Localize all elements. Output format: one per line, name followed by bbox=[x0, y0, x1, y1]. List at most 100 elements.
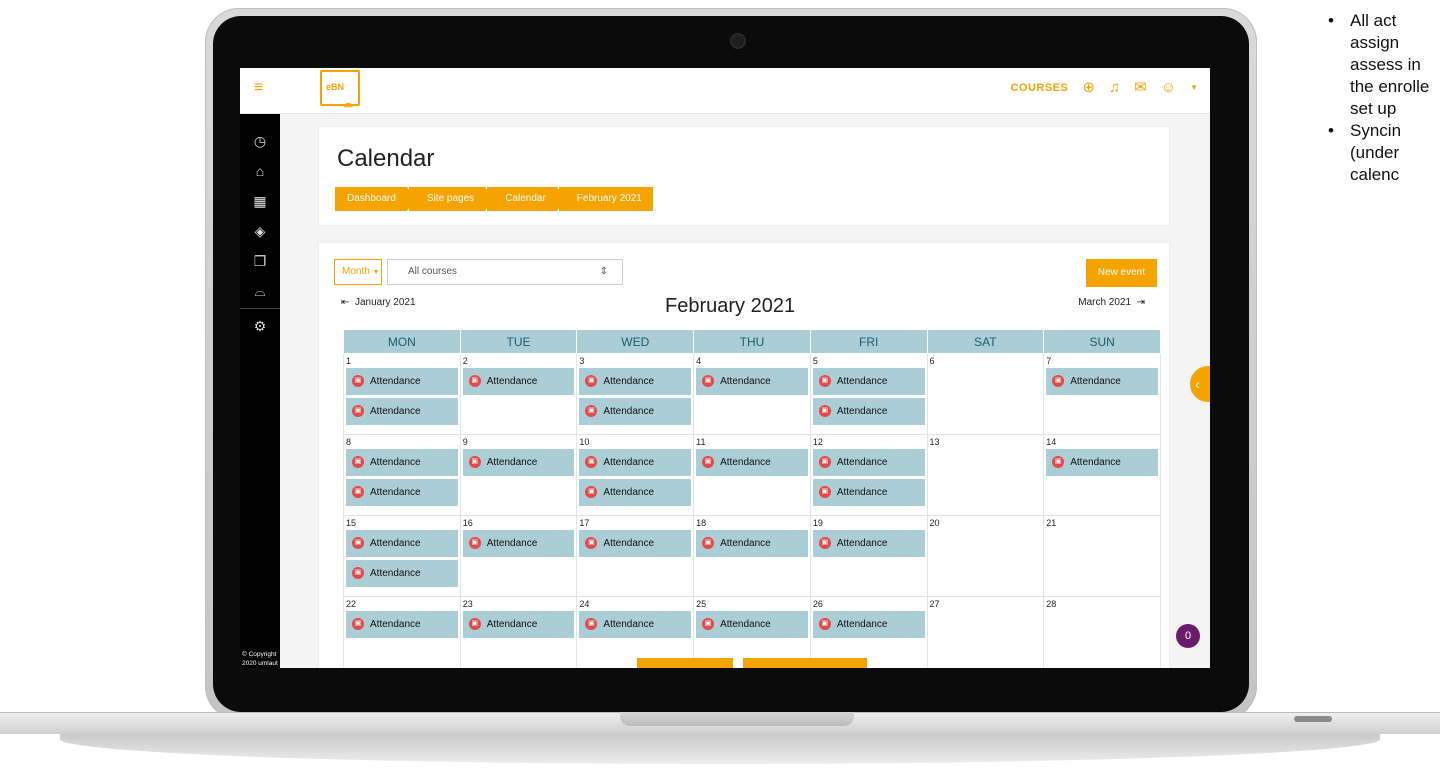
calendar-day-cell[interactable]: 10 ▣ Attendance ▣ Attendance bbox=[576, 434, 695, 516]
calendar-event[interactable]: ▣ Attendance bbox=[346, 530, 458, 557]
prev-month-label: January 2021 bbox=[354, 297, 416, 308]
calendar-day-cell[interactable]: 13 bbox=[926, 434, 1045, 516]
home-icon[interactable]: ⌂ bbox=[240, 156, 280, 186]
view-select[interactable]: Month ▼ bbox=[334, 259, 382, 285]
calendar-event[interactable]: ▣ Attendance bbox=[696, 611, 808, 638]
calendar-event[interactable]: ▣ Attendance bbox=[812, 398, 925, 425]
calendar-event[interactable]: ▣ Attendance bbox=[346, 560, 458, 587]
globe-icon[interactable]: ⊕ bbox=[1082, 80, 1095, 96]
calendar-day-cell[interactable]: 11 ▣ Attendance bbox=[693, 434, 811, 516]
day-number: 8 bbox=[346, 437, 352, 447]
calendar-day-cell[interactable]: 5 ▣ Attendance ▣ Attendance bbox=[809, 353, 928, 435]
calendar-event[interactable]: ▣ Attendance bbox=[346, 611, 458, 638]
calendar-event[interactable]: ▣ Attendance bbox=[462, 368, 575, 395]
day-number: 3 bbox=[579, 356, 585, 366]
calendar-day-cell[interactable]: 1 ▣ Attendance ▣ Attendance bbox=[343, 353, 461, 435]
graduation-cap-icon[interactable]: ⌓ bbox=[240, 276, 280, 306]
calendar-event[interactable]: ▣ Attendance bbox=[462, 530, 575, 557]
chat-badge[interactable]: 0 bbox=[1176, 624, 1200, 648]
event-label: Attendance bbox=[486, 619, 538, 630]
courses-link[interactable]: COURSES bbox=[1010, 82, 1068, 94]
calendar-event[interactable]: ▣ Attendance bbox=[579, 449, 692, 476]
day-number: 9 bbox=[462, 437, 468, 447]
next-month-link[interactable]: March 2021 ⇥ bbox=[1078, 297, 1145, 308]
calendar-icon[interactable]: ▦ bbox=[240, 186, 280, 216]
mail-icon[interactable]: ✉ bbox=[1134, 80, 1147, 96]
event-label: Attendance bbox=[603, 538, 655, 549]
bell-icon[interactable]: ♫ bbox=[1109, 80, 1120, 96]
calendar-day-cell[interactable]: 16 ▣ Attendance bbox=[459, 515, 578, 597]
attendance-icon: ▣ bbox=[702, 375, 715, 387]
dashboard-icon[interactable]: ◷ bbox=[240, 126, 280, 156]
calendar-day-cell[interactable]: 3 ▣ Attendance ▣ Attendance bbox=[576, 353, 695, 435]
footer-button[interactable] bbox=[637, 658, 733, 668]
calendar-day-cell[interactable]: 14 ▣ Attendance bbox=[1043, 434, 1161, 516]
calendar-day-cell[interactable]: 18 ▣ Attendance bbox=[693, 515, 811, 597]
attendance-icon: ▣ bbox=[585, 537, 598, 549]
prev-month-link[interactable]: ⇤ January 2021 bbox=[341, 297, 416, 308]
calendar-event[interactable]: ▣ Attendance bbox=[579, 530, 692, 557]
calendar-day-cell[interactable]: 4 ▣ Attendance bbox=[693, 353, 811, 435]
calendar-event[interactable]: ▣ Attendance bbox=[696, 530, 808, 557]
calendar-day-cell[interactable]: 7 ▣ Attendance bbox=[1043, 353, 1161, 435]
calendar-day-cell[interactable]: 17 ▣ Attendance bbox=[576, 515, 695, 597]
calendar-day-cell[interactable]: 2 ▣ Attendance bbox=[459, 353, 578, 435]
calendar-event[interactable]: ▣ Attendance bbox=[812, 479, 925, 506]
calendar-event[interactable]: ▣ Attendance bbox=[579, 368, 692, 395]
day-number: 2 bbox=[462, 356, 468, 366]
breadcrumb: Dashboard Site pages Calendar February 2… bbox=[335, 187, 653, 211]
calendar-event[interactable]: ▣ Attendance bbox=[579, 479, 692, 506]
breadcrumb-site-pages[interactable]: Site pages bbox=[408, 187, 494, 211]
calendar-event[interactable]: ▣ Attendance bbox=[579, 611, 692, 638]
calendar-day-cell[interactable]: 21 bbox=[1043, 515, 1161, 597]
attendance-icon: ▣ bbox=[468, 456, 481, 468]
calendar-event[interactable]: ▣ Attendance bbox=[346, 479, 458, 506]
attendance-icon: ▣ bbox=[818, 456, 831, 468]
calendar-day-cell[interactable]: 19 ▣ Attendance bbox=[809, 515, 928, 597]
calendar-event[interactable]: ▣ Attendance bbox=[1046, 368, 1158, 395]
event-label: Attendance bbox=[1070, 457, 1121, 468]
user-icon[interactable]: ☺ bbox=[1161, 80, 1176, 96]
day-number: 24 bbox=[579, 599, 590, 609]
calendar-day-cell[interactable]: 20 bbox=[926, 515, 1045, 597]
breadcrumb-dashboard[interactable]: Dashboard bbox=[335, 187, 415, 211]
calendar-footer bbox=[240, 650, 1210, 668]
calendar-day-cell[interactable]: 6 bbox=[926, 353, 1045, 435]
attendance-icon: ▣ bbox=[818, 405, 831, 417]
calendar-day-cell[interactable]: 9 ▣ Attendance bbox=[459, 434, 578, 516]
calendar-event[interactable]: ▣ Attendance bbox=[812, 611, 925, 638]
day-number: 28 bbox=[1046, 599, 1057, 609]
breadcrumb-current-month[interactable]: February 2021 bbox=[558, 187, 653, 211]
calendar-event[interactable]: ▣ Attendance bbox=[346, 449, 458, 476]
new-event-button[interactable]: New event bbox=[1085, 259, 1157, 287]
event-label: Attendance bbox=[603, 376, 655, 387]
calendar-event[interactable]: ▣ Attendance bbox=[812, 368, 925, 395]
footer-button[interactable] bbox=[743, 658, 867, 668]
calendar-event[interactable]: ▣ Attendance bbox=[812, 530, 925, 557]
calendar-event[interactable]: ▣ Attendance bbox=[696, 368, 808, 395]
calendar-day-cell[interactable]: 8 ▣ Attendance ▣ Attendance bbox=[343, 434, 461, 516]
caret-down-icon[interactable]: ▼ bbox=[1190, 80, 1198, 96]
calendar-day-cell[interactable]: 15 ▣ Attendance ▣ Attendance bbox=[343, 515, 461, 597]
calendar-event[interactable]: ▣ Attendance bbox=[346, 368, 458, 395]
breadcrumb-calendar[interactable]: Calendar bbox=[487, 187, 565, 211]
course-filter-select[interactable]: All courses ⇕ bbox=[387, 259, 623, 285]
camera-icon bbox=[732, 35, 744, 47]
calendar-event[interactable]: ▣ Attendance bbox=[346, 398, 458, 425]
calendar-event[interactable]: ▣ Attendance bbox=[812, 449, 925, 476]
calendar-event[interactable]: ▣ Attendance bbox=[462, 611, 575, 638]
layers-icon[interactable]: ◈ bbox=[240, 216, 280, 246]
attendance-icon: ▣ bbox=[585, 375, 598, 387]
calendar-event[interactable]: ▣ Attendance bbox=[696, 449, 808, 476]
calendar-event[interactable]: ▣ Attendance bbox=[579, 398, 692, 425]
calendar-event[interactable]: ▣ Attendance bbox=[1046, 449, 1158, 476]
attendance-icon: ▣ bbox=[585, 405, 598, 417]
hamburger-menu-icon[interactable]: ≡ bbox=[254, 80, 270, 96]
files-icon[interactable]: ❐ bbox=[240, 246, 280, 276]
calendar-event[interactable]: ▣ Attendance bbox=[462, 449, 575, 476]
laptop-base-shadow bbox=[60, 734, 1380, 764]
attendance-icon: ▣ bbox=[818, 486, 831, 498]
calendar-day-cell[interactable]: 12 ▣ Attendance ▣ Attendance bbox=[809, 434, 928, 516]
site-logo[interactable]: eBN ⌓ bbox=[320, 70, 360, 110]
settings-icon[interactable]: ⚙ bbox=[240, 311, 280, 341]
